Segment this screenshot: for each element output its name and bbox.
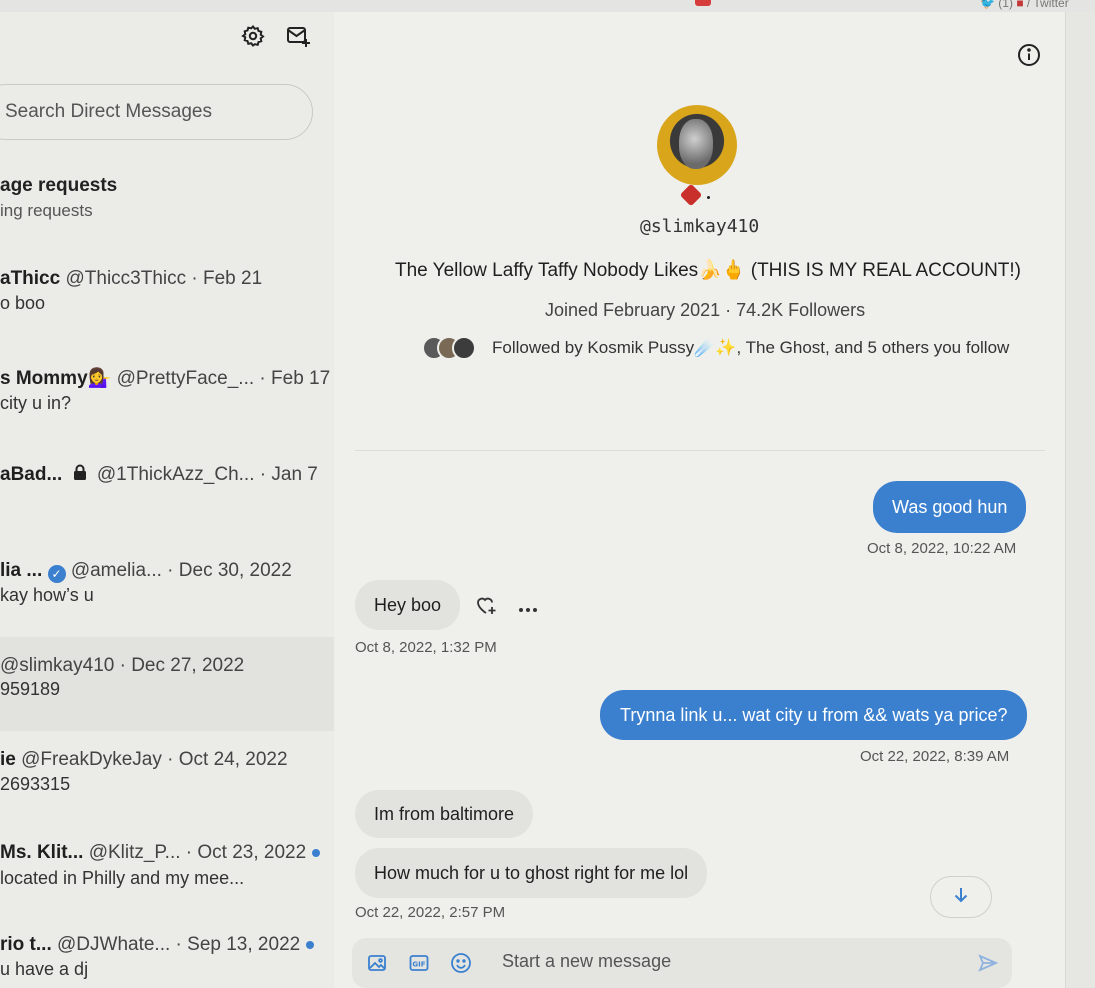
tab-favicon-icon: ■ (1016, 0, 1024, 10)
conversation-meta: @DJWhate... · Sep 13, 2022 (57, 934, 301, 955)
conversation-meta: @FreakDykeJay · Oct 24, 2022 (21, 749, 288, 770)
conversation-meta: @Klitz_P... · Oct 23, 2022 (88, 842, 307, 863)
message-bubble-incoming[interactable]: Im from baltimore (355, 790, 534, 838)
conversation-name: lia ... (0, 560, 43, 581)
new-message-icon[interactable] (285, 23, 311, 49)
conversation-item-active[interactable]: @slimkay410 · Dec 27, 2022 959189 (0, 637, 334, 731)
message-bubble-outgoing[interactable]: Was good hun (873, 481, 1027, 533)
message-timestamp: Oct 22, 2022, 8:39 AM (860, 748, 1010, 765)
message-text: Trynna link u... wat city u from && wats… (620, 704, 1008, 725)
profile-joined-followers: Joined February 2021 · 74.2K Followers (545, 300, 866, 320)
message-text: Im from baltimore (374, 803, 515, 824)
tab-title: / Twitter (1026, 0, 1069, 10)
badge-dot (707, 196, 710, 199)
conversation-meta: @amelia... · Dec 30, 2022 (70, 560, 292, 581)
send-icon[interactable] (976, 951, 1000, 975)
conversation-preview: 2693315 (0, 774, 71, 794)
unread-dot (312, 848, 321, 857)
conversation-item[interactable]: aThicc @Thicc3Thicc · Feb 21 o boo (0, 252, 334, 348)
message-bubble-outgoing[interactable]: Trynna link u... wat city u from && wats… (600, 690, 1028, 740)
message-timestamp: Oct 8, 2022, 1:32 PM (355, 639, 497, 656)
message-bubble-incoming[interactable]: Hey boo (355, 580, 461, 630)
browser-tab[interactable]: 🐦 (1) ■ / Twitter (980, 0, 1069, 10)
profile-avatar[interactable] (657, 105, 737, 185)
conversation-preview: o boo (0, 293, 46, 313)
profile-bio: The Yellow Laffy Taffy Nobody Likes🍌🖕 (T… (395, 260, 1021, 281)
conversation-preview: city u in? (0, 393, 72, 413)
message-text: How much for u to ghost right for me lol (374, 862, 689, 883)
message-actions (476, 596, 538, 621)
conversation-name: rio t... (0, 934, 52, 955)
search-messages-field[interactable] (0, 84, 313, 140)
conversation-preview: 959189 (0, 679, 61, 699)
conversation-preview: located in Philly and my mee... (0, 868, 245, 888)
conversation-item[interactable]: Ms. Klit... @Klitz_P... · Oct 23, 2022 l… (0, 824, 334, 920)
profile-divider (355, 450, 1045, 451)
conversation-item[interactable]: aBad... @1ThickAzz_Ch... · Jan 7 (0, 446, 334, 542)
message-timestamp: Oct 22, 2022, 2:57 PM (355, 904, 506, 921)
message-text: Hey boo (374, 594, 442, 615)
emoji-icon[interactable] (449, 951, 473, 975)
message-text: Was good hun (892, 496, 1008, 517)
twitter-bird-icon: 🐦 (980, 0, 995, 10)
conversation-name: aThicc (0, 268, 61, 289)
arrow-down-icon (953, 886, 969, 909)
verified-badge-icon: ✓ (47, 565, 66, 583)
message-requests-subtitle: ing requests (0, 201, 93, 220)
scroll-to-bottom-button[interactable] (930, 876, 992, 918)
conversation-name: Ms. Klit... (0, 842, 84, 863)
conversation-item[interactable]: rio t... @DJWhate... · Sep 13, 2022 u ha… (0, 918, 334, 988)
search-input[interactable] (3, 100, 287, 124)
follower-avatars (422, 336, 476, 360)
conversation-list-panel: age requests ing requests aThicc @Thicc3… (0, 12, 334, 988)
conversation-preview: u have a dj (0, 959, 89, 979)
conversation-meta: @slimkay410 · Dec 27, 2022 (0, 655, 245, 676)
message-timestamp: Oct 8, 2022, 10:22 AM (867, 540, 1017, 557)
conversation-meta: @1ThickAzz_Ch... · Jan 7 (96, 464, 318, 485)
browser-tab-strip: 🐦 (1) ■ / Twitter (0, 0, 1095, 12)
gif-icon[interactable]: GIF (407, 951, 431, 975)
tab-notification-count: (1) (998, 0, 1013, 10)
info-icon[interactable] (1017, 43, 1041, 67)
followed-by-row[interactable]: Followed by Kosmik Pussy☄️✨, The Ghost, … (422, 336, 1009, 360)
tab-favicon (695, 0, 711, 6)
message-bubble-incoming[interactable]: How much for u to ghost right for me lol (355, 848, 708, 898)
window-edge (1065, 12, 1095, 988)
lock-icon (72, 464, 93, 485)
settings-gear-icon[interactable] (240, 23, 266, 49)
conversation-item[interactable]: s Mommy💁‍♀️ @PrettyFace_... · Feb 17 cit… (0, 350, 334, 446)
more-options-icon[interactable] (518, 600, 538, 618)
followed-by-text: Followed by Kosmik Pussy☄️✨, The Ghost, … (492, 338, 1010, 357)
svg-text:GIF: GIF (412, 961, 425, 969)
message-composer: GIF (352, 938, 1012, 988)
react-heart-plus-icon[interactable] (476, 596, 498, 621)
conversation-item[interactable]: lia ... ✓ @amelia... · Dec 30, 2022 kay … (0, 542, 334, 638)
image-upload-icon[interactable] (365, 951, 389, 975)
conversation-preview: kay how’s u (0, 585, 94, 605)
conversation-item[interactable]: ie @FreakDykeJay · Oct 24, 2022 2693315 (0, 732, 334, 824)
conversation-meta: @PrettyFace_... · Feb 17 (116, 368, 331, 389)
conversation-name: aBad... (0, 464, 63, 485)
message-input[interactable] (500, 950, 924, 973)
conversation-name: ie (0, 749, 16, 770)
conversation-meta: @Thicc3Thicc · Feb 21 (65, 268, 263, 289)
unread-dot (306, 940, 315, 949)
profile-handle[interactable]: @slimkay410 (640, 216, 759, 237)
message-requests-title[interactable]: age requests (0, 175, 117, 197)
conversation-name: s Mommy💁‍♀️ (0, 368, 112, 389)
